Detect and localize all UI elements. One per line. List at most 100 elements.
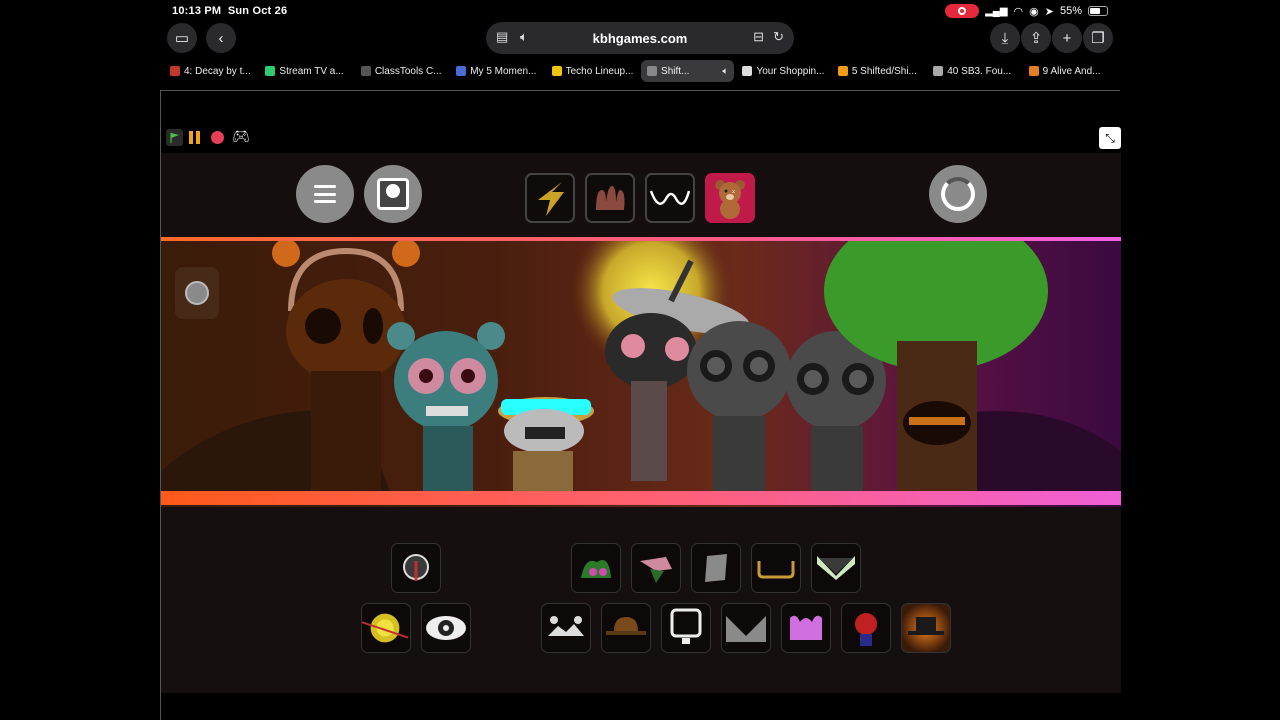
status-icons: ▂▄▆ ◠ ◉ ➤ 55%: [945, 4, 1108, 18]
lock-rotation-icon: ◉: [1029, 5, 1039, 18]
browser-tab[interactable]: Stream TV a...: [259, 60, 352, 82]
location-icon: ➤: [1044, 5, 1054, 18]
doc-icon: [551, 66, 562, 76]
brown-hat-icon: [606, 617, 646, 635]
browser-toolbar: ▭ ‹ ▤ 🔈︎ kbhgames.com ⊟ ↻ ⤓ ⇪ + ❐: [160, 22, 1120, 56]
tab-label: Your Shoppin...: [756, 65, 825, 77]
sound-slot-3[interactable]: [631, 543, 681, 593]
download-icon[interactable]: ⤓: [990, 23, 1020, 53]
screen-record-icon: [945, 4, 980, 18]
browser-tab[interactable]: ClassTools C...: [355, 60, 448, 82]
game-stage: x: [161, 153, 1121, 693]
sound-slot-5[interactable]: [751, 543, 801, 593]
browser-tab[interactable]: 4: Decay by t...: [164, 60, 257, 82]
pink-hat-icon: [640, 557, 672, 583]
browser-tab[interactable]: My 5 Momen...: [450, 60, 543, 82]
sound-slot-13[interactable]: [781, 603, 831, 653]
character-teal: [387, 322, 505, 495]
back-button[interactable]: ‹: [206, 23, 236, 53]
mode-wave[interactable]: [645, 173, 695, 223]
kbh-icon: [837, 66, 848, 76]
status-time: 10:13 PM Sun Oct 26: [172, 5, 288, 17]
address-bar[interactable]: ▤ 🔈︎ kbhgames.com ⊟ ↻: [486, 22, 794, 54]
new-tab-icon[interactable]: +: [1052, 23, 1082, 53]
reset-icon: [941, 177, 975, 211]
c-icon: [360, 66, 371, 76]
bracket-icon: [757, 561, 795, 579]
wifi-icon: ◠: [1013, 5, 1024, 18]
gamepad-icon[interactable]: 🎮︎: [232, 128, 250, 145]
game-frame: 🎮︎ ⤡ x: [160, 90, 1121, 720]
hamburger-icon: [314, 185, 336, 203]
sound-slot-14[interactable]: [841, 603, 891, 653]
sound-slot-12[interactable]: [721, 603, 771, 653]
stop-icon[interactable]: [211, 131, 224, 144]
sound-slot-8[interactable]: [421, 603, 471, 653]
h-icon: [265, 66, 276, 76]
browser-tab[interactable]: Techo Lineup...: [546, 60, 639, 82]
tab-label: 5 Shifted/Shi...: [851, 65, 917, 77]
globe-icon: [456, 66, 467, 76]
reset-button[interactable]: [929, 165, 987, 223]
pink-ears-icon: [790, 615, 822, 640]
eye-icon: [426, 616, 466, 640]
knob-icon: [403, 554, 429, 581]
character-bowl: [498, 397, 594, 495]
mode-hands[interactable]: [585, 173, 635, 223]
tab-label: 40 SB3. Fou...: [947, 65, 1012, 77]
sound-slot-10[interactable]: [601, 603, 651, 653]
battery-icon: [1088, 6, 1108, 16]
fullscreen-icon[interactable]: ⤡: [1099, 127, 1121, 149]
scene-bottom-border: [161, 491, 1121, 505]
browser-tab[interactable]: 9 Alive And...: [1023, 60, 1116, 82]
sound-slot-7[interactable]: [361, 603, 411, 653]
monitor-icon: [670, 608, 702, 644]
sound-slot-11[interactable]: [661, 603, 711, 653]
status-bar: 10:13 PM Sun Oct 26 ▂▄▆ ◠ ◉ ➤ 55%: [0, 0, 1280, 22]
browser-tab[interactable]: Shift... 🔈︎: [641, 60, 735, 82]
teddy-bear-icon: x: [715, 180, 745, 219]
hands-icon: [596, 186, 625, 210]
tab-audio-icon[interactable]: 🔈︎: [722, 66, 728, 77]
close-icon: [647, 66, 658, 76]
green-flag-icon[interactable]: [166, 129, 183, 146]
tab-label: ClassTools C...: [374, 65, 442, 77]
sound-slot-2[interactable]: [571, 543, 621, 593]
mode-bear[interactable]: x: [705, 173, 755, 223]
game-control-bar: 🎮︎ ⤡: [161, 127, 1121, 149]
scene-art: [161, 241, 1121, 495]
battery-percent: 55%: [1059, 5, 1082, 17]
browser-tab[interactable]: 40 SB3. Fou...: [927, 60, 1020, 82]
sound-slot-6[interactable]: [811, 543, 861, 593]
reload-icon[interactable]: ↻: [773, 29, 784, 45]
character-scene: [161, 237, 1121, 507]
browser-tab[interactable]: 5 Shifted/Shi...: [832, 60, 925, 82]
character-grey-1: [687, 321, 791, 495]
sun-icon: [362, 613, 409, 643]
green-creature-icon: [581, 560, 611, 578]
antenna-icon: [548, 616, 584, 636]
red-blob-icon: [855, 613, 877, 646]
tabs-overview-icon[interactable]: ❐: [1083, 23, 1113, 53]
sound-slot-1[interactable]: [391, 543, 441, 593]
translate-icon[interactable]: ⊟: [753, 29, 764, 45]
tab-label: 4: Decay by t...: [184, 65, 251, 77]
bolt-icon: [538, 182, 564, 216]
menu-button[interactable]: [296, 165, 354, 223]
sound-slot-4[interactable]: [691, 543, 741, 593]
tab-label: Techo Lineup...: [565, 65, 634, 77]
sound-tray: [161, 507, 1121, 693]
share-icon[interactable]: ⇪: [1021, 23, 1051, 53]
signal-icon: ▂▄▆: [985, 5, 1008, 17]
tab-label: 9 Alive And...: [1042, 65, 1101, 77]
url-text[interactable]: kbhgames.com: [486, 31, 794, 46]
sound-slot-15[interactable]: [901, 603, 951, 653]
page-icon: [933, 66, 944, 76]
sidebar-toggle-icon[interactable]: ▭: [167, 23, 197, 53]
svg-text:x: x: [732, 189, 735, 195]
gallery-button[interactable]: [364, 165, 422, 223]
pause-icon[interactable]: [189, 131, 201, 144]
browser-tab[interactable]: Your Shoppin...: [736, 60, 829, 82]
sound-slot-9[interactable]: [541, 603, 591, 653]
mode-bolt[interactable]: [525, 173, 575, 223]
